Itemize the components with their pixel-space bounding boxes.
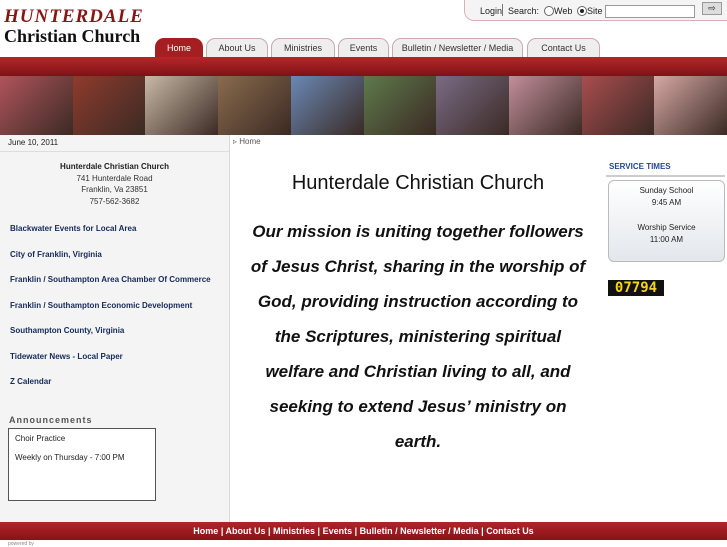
mission-line: earth. [394,432,442,451]
mission-line: of Jesus Christ, sharing in the worship … [250,257,586,276]
search-label: Search: [508,6,540,16]
divider [502,4,503,16]
link-southampton-county[interactable]: Southampton County, Virginia [10,326,211,352]
announcements-box: Choir Practice Weekly on Thursday - 7:00… [8,428,156,501]
footer-link-bulletin[interactable]: Bulletin / Newsletter / Media [360,526,479,536]
tab-events[interactable]: Events [338,38,389,58]
church-logo[interactable]: HUNTERDALE Christian Church [4,6,154,50]
page-title: Hunterdale Christian Church [291,172,545,194]
breadcrumb: ▹ Home [233,137,261,146]
address-name: Hunterdale Christian Church [60,162,169,171]
link-economic-development[interactable]: Franklin / Southampton Economic Developm… [10,301,211,327]
footer-nav: Home | About Us | Ministries | Events | … [0,522,727,540]
worship-service-label: Worship Service [637,223,696,232]
search-input[interactable] [605,5,695,18]
announcement-title: Choir Practice [15,434,66,443]
current-date: June 10, 2011 [8,138,59,147]
logo-line-2: Christian Church [4,26,141,46]
footer-link-about-us[interactable]: About Us [226,526,266,536]
announcements-heading: Announcements [9,415,93,425]
tab-bulletin[interactable]: Bulletin / Newsletter / Media [392,38,523,58]
tab-contact-us[interactable]: Contact Us [527,38,600,58]
mission-line: welfare and Christian living to all, and [265,362,571,381]
link-chamber-of-commerce[interactable]: Franklin / Southampton Area Chamber Of C… [10,275,211,301]
banner-photo [581,76,655,135]
banner-photo [508,76,582,135]
banner-photo [218,76,291,135]
banner-photo [363,76,437,135]
service-times-heading: SERVICE TIMES [609,162,671,171]
divider [606,175,725,177]
mission-line: God, providing instruction according to [257,292,579,311]
address-city: Franklin, Va 23851 [81,185,148,194]
divider [0,151,229,152]
login-link[interactable]: Login [480,6,502,16]
address-phone: 757-562-3682 [89,196,140,206]
utility-bar: Login Search: Web Site ⇨ [464,0,727,21]
banner-photo [145,76,219,135]
mission-statement: Our mission is uniting together follower… [238,214,598,459]
banner-photo [290,76,364,135]
link-city-of-franklin[interactable]: City of Franklin, Virginia [10,250,211,276]
worship-service-time: 11:00 AM [649,235,684,244]
footer-link-contact-us[interactable]: Contact Us [486,526,534,536]
address-street: 741 Hunterdale Road [76,173,153,183]
church-address: Hunterdale Christian Church 741 Hunterda… [0,161,229,207]
banner-photo [72,76,146,135]
header-band [0,57,727,76]
banner-photo [654,76,727,135]
link-tidewater-news[interactable]: Tidewater News - Local Paper [10,352,211,378]
powered-by-note[interactable]: powered by [8,541,34,547]
announcement-detail: Weekly on Thursday - 7:00 PM [15,453,125,462]
mission-line: Our mission is uniting together follower… [252,222,584,241]
breadcrumb-arrow-icon: ▹ [233,137,238,146]
banner-photo [0,76,73,135]
photo-banner [0,76,727,135]
service-times-box: Sunday School 9:45 AM Worship Service 11… [608,180,725,262]
web-radio-label: Web [554,6,573,16]
hit-counter: 07794 [608,280,664,296]
tab-about-us[interactable]: About Us [206,38,268,58]
web-radio[interactable] [544,6,554,16]
sunday-school-label: Sunday School [639,186,694,195]
banner-photo [436,76,509,135]
footer-link-home[interactable]: Home [193,526,218,536]
site-radio[interactable] [577,6,587,16]
mission-line: the Scriptures, ministering spiritual [274,327,562,346]
tab-home[interactable]: Home [155,38,203,58]
breadcrumb-home[interactable]: Home [239,137,260,146]
search-go-button[interactable]: ⇨ [702,2,722,15]
link-blackwater-events[interactable]: Blackwater Events for Local Area [10,224,211,250]
footer-link-events[interactable]: Events [323,526,353,536]
sunday-school-time: 9:45 AM [651,198,682,207]
footer-link-ministries[interactable]: Ministries [273,526,315,536]
local-links: Blackwater Events for Local Area City of… [10,224,211,403]
link-z-calendar[interactable]: Z Calendar [10,377,211,403]
mission-line: seeking to extend Jesus’ ministry on [269,397,567,416]
left-sidebar: June 10, 2011 Hunterdale Christian Churc… [0,135,230,522]
logo-line-1: HUNTERDALE [4,6,144,27]
site-radio-label: Site [587,6,603,16]
tab-ministries[interactable]: Ministries [271,38,335,58]
